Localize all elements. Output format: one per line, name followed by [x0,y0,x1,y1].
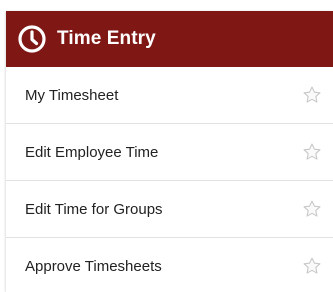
menu-item-label: My Timesheet [25,86,119,104]
menu-item-approve-timesheets[interactable]: Approve Timesheets [6,238,333,292]
star-outline-icon[interactable] [302,256,322,276]
star-outline-icon[interactable] [302,85,322,105]
menu-item-label: Edit Employee Time [25,143,159,161]
menu-item-my-timesheet[interactable]: My Timesheet [6,67,333,124]
menu-item-edit-time-for-groups[interactable]: Edit Time for Groups [6,181,333,238]
time-entry-panel: Time Entry My Timesheet Edit Employee Ti… [6,11,333,292]
panel-title: Time Entry [57,28,156,49]
menu-item-label: Edit Time for Groups [25,200,163,218]
panel-header: Time Entry [6,11,333,67]
menu-item-edit-employee-time[interactable]: Edit Employee Time [6,124,333,181]
star-outline-icon[interactable] [302,142,322,162]
star-outline-icon[interactable] [302,199,322,219]
time-entry-menu: My Timesheet Edit Employee Time Edit Tim… [6,67,333,292]
clock-icon [17,24,47,54]
menu-item-label: Approve Timesheets [25,257,162,275]
